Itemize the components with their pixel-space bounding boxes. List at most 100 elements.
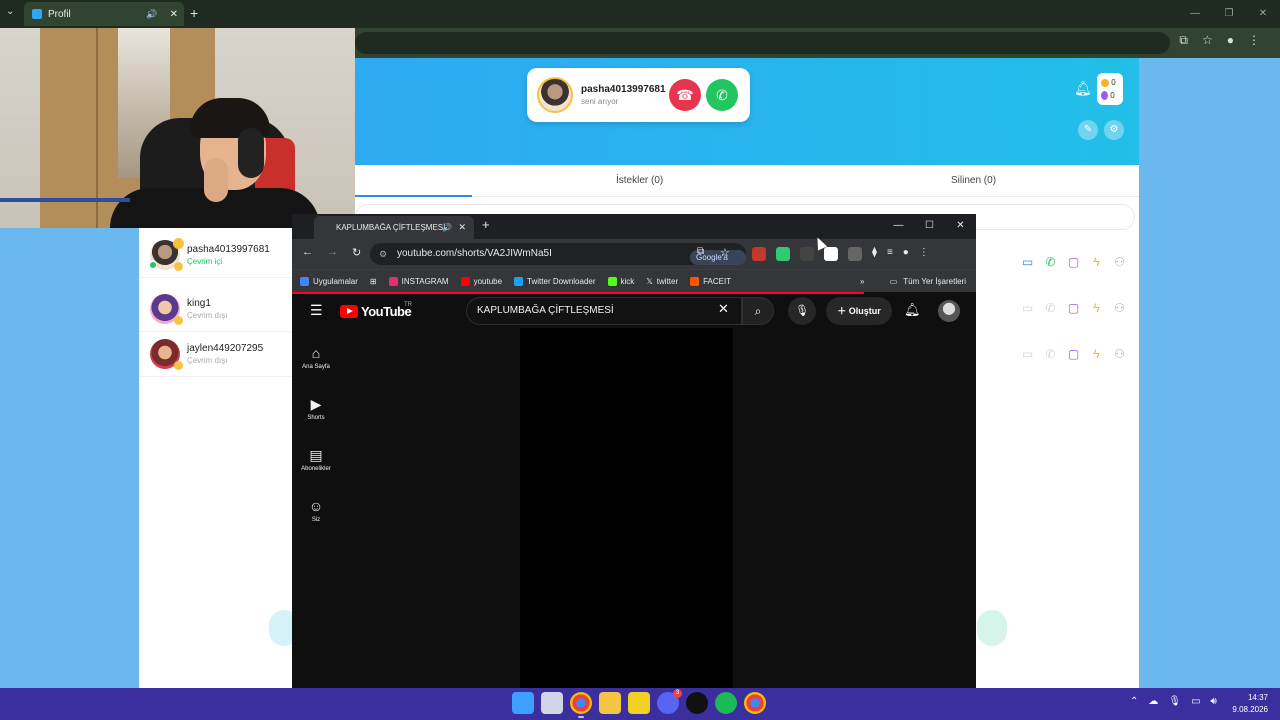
youtube-logo[interactable]: YouTube [340, 304, 412, 319]
phone-icon[interactable]: ✆ [1044, 347, 1057, 361]
install-icon[interactable]: ⧉ [1179, 33, 1188, 48]
friend-row[interactable]: pasha4013997681 Çevrim içi [139, 232, 291, 278]
notification-bell-icon[interactable]: 🔔︎ [904, 302, 921, 318]
browser-tab-profil[interactable]: Profil 🔊 ✕ [24, 2, 184, 26]
notification-bell-icon[interactable]: 🔔︎ [1074, 80, 1092, 97]
friend-row[interactable]: king1 Çevrim dışı [139, 286, 291, 332]
bookmark-grid[interactable]: ⊞ [370, 277, 377, 286]
forward-arrow-icon[interactable]: → [327, 246, 338, 259]
bookmark-star-icon[interactable]: ☆ [1202, 33, 1213, 48]
extension-dark-icon[interactable] [800, 247, 814, 261]
decline-call-button[interactable]: ☎ [669, 79, 701, 111]
minimize-button[interactable]: — [883, 214, 914, 238]
bolt-icon[interactable]: ϟ [1090, 255, 1103, 269]
network-icon[interactable]: ▭ [1191, 696, 1200, 707]
extension-white-icon[interactable] [824, 247, 838, 261]
windows-start-icon[interactable] [512, 692, 534, 714]
bookmark-star-icon[interactable]: ☆ [720, 246, 730, 259]
remove-friend-icon[interactable]: ⚇ [1113, 347, 1126, 361]
bookmark-twitter-downloader[interactable]: Twitter Downloader [514, 276, 596, 286]
new-tab-button[interactable]: + [482, 217, 490, 232]
reload-icon[interactable]: ↻ [352, 246, 361, 259]
speaker-icon[interactable]: 🔊 [146, 9, 157, 20]
more-bookmarks-icon[interactable]: » [860, 270, 864, 293]
bookmark-youtube[interactable]: youtube [460, 276, 502, 286]
floating-button-ghost[interactable] [977, 610, 1007, 646]
youtube-search-input[interactable]: KAPLUMBAĞA ÇİFTLEŞMESİ [466, 297, 742, 325]
bookmark-instagram[interactable]: INSTAGRAM [388, 276, 449, 286]
chrome-icon[interactable] [570, 692, 592, 718]
profile-icon[interactable]: ● [1227, 33, 1234, 48]
app-s-icon[interactable] [628, 692, 650, 714]
bolt-icon[interactable]: ϟ [1090, 301, 1103, 315]
file-explorer-icon[interactable] [599, 692, 621, 714]
cast-icon[interactable]: ⧉ [697, 246, 704, 257]
sidebar-item-you[interactable]: ☺ Siz [292, 497, 340, 523]
phone-icon[interactable]: ✆ [1044, 255, 1057, 269]
tab-requests[interactable]: İstekler (0) [616, 175, 663, 186]
tray-chevron-icon[interactable]: ⌃ [1130, 696, 1138, 707]
sidebar-item-home[interactable]: ⌂ Ana Sayfa [292, 344, 340, 370]
microphone-icon[interactable]: 🎙︎ [1168, 696, 1181, 707]
bookmark-faceit[interactable]: FACEIT [690, 276, 731, 286]
bookmark-twitter[interactable]: 𝕏twitter [646, 277, 678, 286]
accept-call-button[interactable]: ✆ [706, 79, 738, 111]
profile-icon[interactable]: ● [903, 247, 909, 261]
close-tab-icon[interactable]: ✕ [170, 9, 178, 20]
tab-search-chevron-icon[interactable]: ⌄ [6, 6, 14, 17]
volume-icon[interactable]: 🔊︎ [1211, 696, 1217, 707]
clock[interactable]: 14:37 9.08.2026 [1232, 692, 1268, 716]
extension-red-icon[interactable] [752, 247, 766, 261]
phone-icon[interactable]: ✆ [1044, 301, 1057, 315]
task-view-icon[interactable] [541, 692, 563, 714]
close-window-button[interactable]: ✕ [945, 214, 976, 238]
sidebar-item-shorts[interactable]: ▶ Shorts [292, 395, 340, 421]
remove-friend-icon[interactable]: ⚇ [1113, 255, 1126, 269]
back-arrow-icon[interactable]: ← [302, 246, 313, 259]
create-button[interactable]: ＋ Oluştur [826, 297, 892, 325]
extension-green-icon[interactable] [776, 247, 790, 261]
bolt-icon[interactable]: ϟ [1090, 347, 1103, 361]
new-tab-button[interactable]: + [190, 5, 198, 21]
sidebar-item-subscriptions[interactable]: ▤ Abonelikler [292, 446, 340, 472]
video-call-icon[interactable]: ▭ [1021, 255, 1034, 269]
settings-button[interactable]: ⚙ [1104, 120, 1124, 140]
maximize-button[interactable]: ❐ [1212, 0, 1246, 28]
all-bookmarks[interactable]: ▭ Tüm Yer İşaretleri [890, 270, 966, 293]
menu-dots-icon[interactable]: ⋮ [1248, 33, 1260, 48]
menu-dots-icon[interactable]: ⋮ [919, 247, 929, 261]
site-info-icon[interactable]: ⚙ [379, 243, 387, 265]
bookmark-kick[interactable]: kick [607, 276, 634, 286]
extensions-puzzle-icon[interactable]: ⧫ [872, 247, 877, 261]
video-call-icon[interactable]: ▭ [1021, 301, 1034, 315]
bookmark-apps[interactable]: Uygulamalar [300, 276, 358, 286]
account-avatar[interactable] [938, 300, 960, 322]
tab-deleted[interactable]: Silinen (0) [951, 175, 996, 186]
chrome-profile-icon[interactable] [744, 692, 766, 714]
close-tab-icon[interactable]: ✕ [458, 216, 466, 239]
message-icon[interactable]: ▢ [1067, 255, 1080, 269]
maximize-button[interactable]: ☐ [914, 214, 945, 238]
voice-search-button[interactable]: 🎙︎ [788, 297, 816, 325]
search-button[interactable]: ⌕ [742, 297, 774, 325]
clear-search-icon[interactable]: ✕ [718, 301, 729, 317]
message-icon[interactable]: ▢ [1067, 347, 1080, 361]
edit-profile-button[interactable]: ✎ [1078, 120, 1098, 140]
extension-gray-icon[interactable] [848, 247, 862, 261]
close-window-button[interactable]: ✕ [1246, 0, 1280, 28]
friend-row[interactable]: jaylen449207295 Çevrim dışı [139, 331, 291, 377]
hamburger-menu-icon[interactable]: ☰ [310, 302, 323, 319]
address-bar[interactable]: ⚙ youtube.com/shorts/VA2JIWmNa5I Google'… [370, 243, 746, 277]
discord-icon[interactable]: 3 [657, 689, 682, 714]
media-controls-icon[interactable]: ≡ [887, 247, 893, 261]
remove-friend-icon[interactable]: ⚇ [1113, 301, 1126, 315]
minimize-button[interactable]: — [1178, 0, 1212, 28]
message-icon[interactable]: ▢ [1067, 301, 1080, 315]
video-call-icon[interactable]: ▭ [1021, 347, 1034, 361]
cloud-icon[interactable]: ☁ [1148, 696, 1158, 707]
shorts-video-player[interactable] [520, 328, 733, 688]
spotify-icon[interactable] [715, 692, 737, 714]
browser-tab-youtube[interactable]: KAPLUMBAĞA ÇİFTLEŞMESİ 🔊 ✕ [314, 216, 474, 239]
speaker-icon[interactable]: 🔊 [442, 216, 452, 239]
address-bar[interactable] [355, 32, 1170, 54]
